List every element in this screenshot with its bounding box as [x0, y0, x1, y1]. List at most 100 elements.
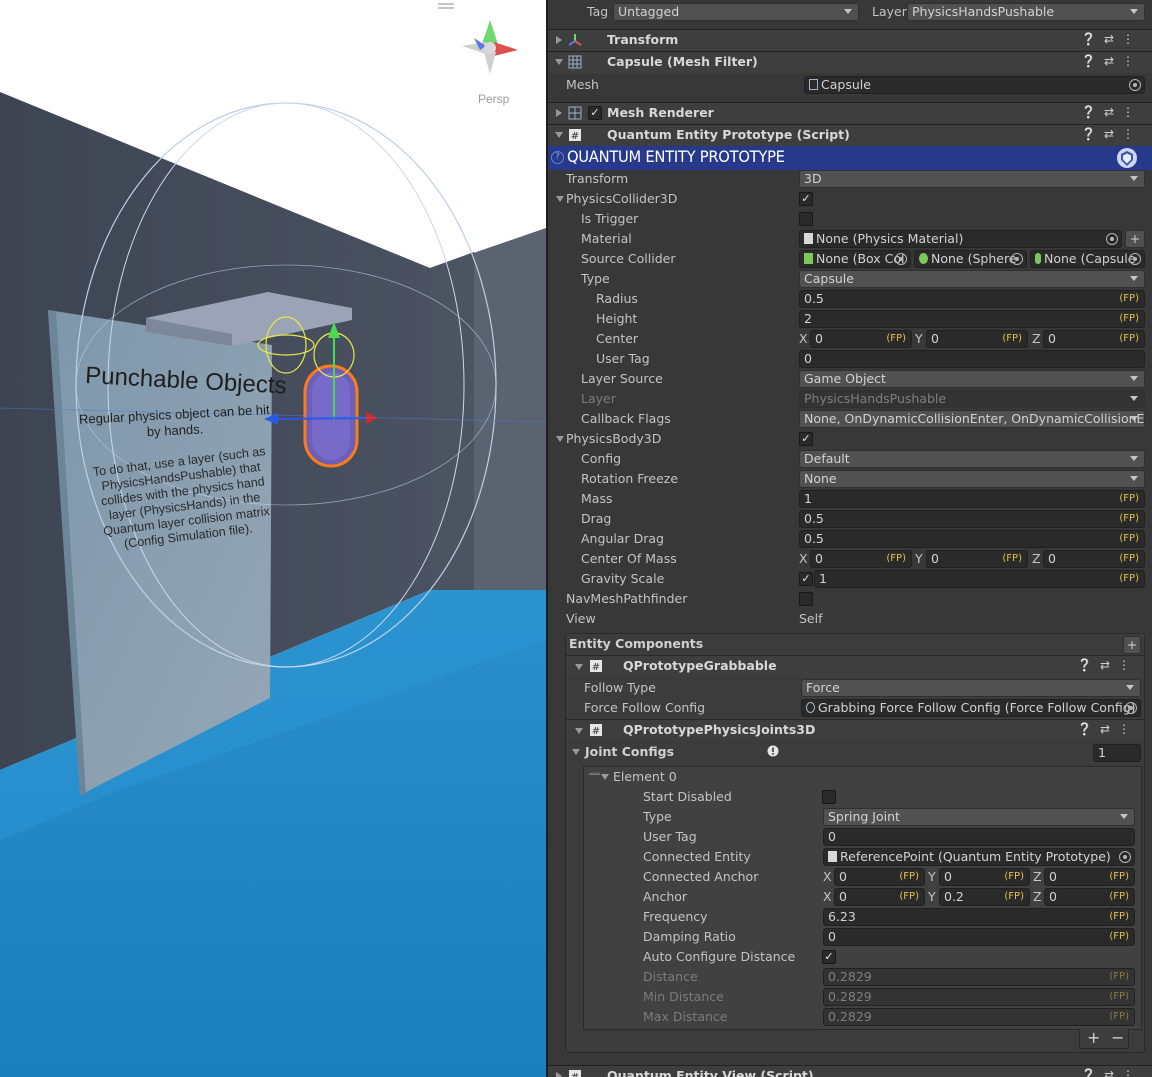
- component-header-icons[interactable]: ❔⇄⋮: [1081, 127, 1142, 141]
- preset-icon[interactable]: ⇄: [1104, 105, 1122, 119]
- more-icon[interactable]: ⋮: [1122, 105, 1142, 119]
- com-z-field[interactable]: 0 (FP): [1043, 550, 1145, 568]
- navmesh-pathfinder-checkbox[interactable]: [799, 592, 813, 606]
- foldout-open-icon[interactable]: [556, 196, 564, 202]
- mesh-renderer-enabled-checkbox[interactable]: ✓: [588, 106, 602, 120]
- config-dropdown[interactable]: Default: [799, 450, 1145, 468]
- com-x-field[interactable]: 0 (FP): [810, 550, 912, 568]
- mesh-filter-component-header[interactable]: Capsule (Mesh Filter) ❔⇄⋮: [548, 51, 1152, 73]
- callback-flags-dropdown[interactable]: None, OnDynamicCollisionEnter, OnDynamic…: [799, 410, 1145, 428]
- radius-field[interactable]: 0.5 (FP): [799, 290, 1145, 308]
- force-follow-config-field[interactable]: Grabbing Force Follow Config (Force Foll…: [801, 699, 1141, 717]
- axis-z-label[interactable]: Z: [1032, 329, 1041, 349]
- preset-icon[interactable]: ⇄: [1104, 1068, 1122, 1077]
- source-sphere-collider-field[interactable]: None (Sphere: [914, 250, 1027, 268]
- foldout-closed-icon[interactable]: [556, 109, 562, 117]
- axis-x-label[interactable]: X: [799, 329, 808, 349]
- is-trigger-checkbox[interactable]: [799, 212, 813, 226]
- drag-handle-icon[interactable]: ══: [589, 771, 600, 780]
- help-icon[interactable]: ❔: [1081, 105, 1104, 119]
- help-icon[interactable]: ❔: [1081, 32, 1104, 46]
- foldout-closed-icon[interactable]: [556, 36, 562, 44]
- material-add-button[interactable]: +: [1125, 230, 1145, 248]
- layer-dropdown[interactable]: PhysicsHandsPushable: [907, 3, 1145, 21]
- preset-icon[interactable]: ⇄: [1104, 32, 1122, 46]
- object-picker-icon[interactable]: [1011, 253, 1023, 265]
- preset-icon[interactable]: ⇄: [1100, 658, 1118, 672]
- source-box-collider-field[interactable]: None (Box Col: [799, 250, 911, 268]
- more-icon[interactable]: ⋮: [1122, 127, 1142, 141]
- axis-x-label[interactable]: X: [823, 887, 832, 907]
- frequency-field[interactable]: 6.23 (FP): [823, 908, 1135, 926]
- transform-mode-dropdown[interactable]: 3D: [799, 170, 1145, 188]
- axis-z-label[interactable]: Z: [1033, 887, 1042, 907]
- more-icon[interactable]: ⋮: [1122, 54, 1142, 68]
- foldout-open-icon[interactable]: [575, 664, 583, 670]
- start-disabled-checkbox[interactable]: [822, 790, 836, 804]
- component-header-icons[interactable]: ❔⇄⋮: [1081, 54, 1142, 68]
- connected-anchor-z-field[interactable]: 0 (FP): [1044, 868, 1135, 886]
- object-picker-icon[interactable]: [1129, 253, 1141, 265]
- foldout-open-icon[interactable]: [555, 59, 563, 65]
- persp-label[interactable]: Persp: [478, 92, 509, 106]
- joint-configs-size-field[interactable]: 1: [1093, 744, 1141, 762]
- axis-y-label[interactable]: Y: [915, 329, 923, 349]
- component-header-icons[interactable]: ❔⇄⋮: [1081, 105, 1142, 119]
- help-icon[interactable]: ❔: [1077, 658, 1100, 672]
- connected-entity-field[interactable]: ReferencePoint (Quantum Entity Prototype…: [823, 848, 1135, 866]
- entity-view-component-header[interactable]: # Quantum Entity View (Script) ❔⇄⋮: [548, 1065, 1152, 1077]
- angular-drag-field[interactable]: 0.5 (FP): [799, 530, 1145, 548]
- object-picker-icon[interactable]: [895, 253, 907, 265]
- center-x-field[interactable]: 0 (FP): [810, 330, 912, 348]
- source-capsule-collider-field[interactable]: None (Capsule: [1030, 250, 1145, 268]
- axis-z-label[interactable]: Z: [1032, 549, 1041, 569]
- preset-icon[interactable]: ⇄: [1100, 722, 1118, 736]
- center-y-field[interactable]: 0 (FP): [926, 330, 1028, 348]
- collider-type-dropdown[interactable]: Capsule: [799, 270, 1145, 288]
- preset-icon[interactable]: ⇄: [1104, 127, 1122, 141]
- scene-view[interactable]: Persp Punchable Objects Regular physics …: [0, 0, 546, 1077]
- foldout-open-icon[interactable]: [555, 132, 563, 138]
- follow-type-dropdown[interactable]: Force: [801, 679, 1141, 697]
- anchor-z-field[interactable]: 0 (FP): [1044, 888, 1135, 906]
- help-icon[interactable]: ❔: [1081, 54, 1104, 68]
- tag-dropdown[interactable]: Untagged: [613, 3, 859, 21]
- drag-field[interactable]: 0.5 (FP): [799, 510, 1145, 528]
- axis-y-label[interactable]: Y: [928, 867, 936, 887]
- user-tag-field[interactable]: 0: [799, 350, 1145, 368]
- mesh-renderer-component-header[interactable]: ✓ Mesh Renderer ❔⇄⋮: [548, 102, 1152, 124]
- physics-collider-checkbox[interactable]: ✓: [799, 192, 813, 206]
- joint-user-tag-field[interactable]: 0: [823, 828, 1135, 846]
- foldout-open-icon[interactable]: [575, 728, 583, 734]
- transform-component-header[interactable]: Transform ❔⇄⋮: [548, 29, 1152, 51]
- help-icon[interactable]: ?: [551, 151, 564, 164]
- connected-anchor-x-field[interactable]: 0 (FP): [834, 868, 925, 886]
- axis-y-label[interactable]: Y: [928, 887, 936, 907]
- foldout-open-icon[interactable]: [572, 749, 580, 755]
- physics-joints-component-header[interactable]: # QPrototypePhysicsJoints3D ❔⇄⋮: [566, 719, 1144, 741]
- help-icon[interactable]: ❔: [1081, 127, 1104, 141]
- damping-ratio-field[interactable]: 0 (FP): [823, 928, 1135, 946]
- object-picker-icon[interactable]: [1129, 79, 1141, 91]
- remove-element-button[interactable]: −: [1111, 1029, 1124, 1047]
- physics-body-checkbox[interactable]: ✓: [799, 432, 813, 446]
- component-header-icons[interactable]: ❔⇄⋮: [1081, 32, 1142, 46]
- layer-source-dropdown[interactable]: Game Object: [799, 370, 1145, 388]
- mesh-object-field[interactable]: Capsule: [804, 76, 1145, 94]
- gravity-scale-checkbox[interactable]: ✓: [799, 572, 813, 586]
- component-header-icons[interactable]: ❔⇄⋮: [1077, 658, 1138, 672]
- joint-type-dropdown[interactable]: Spring Joint: [823, 808, 1135, 826]
- preset-icon[interactable]: ⇄: [1104, 54, 1122, 68]
- com-y-field[interactable]: 0 (FP): [926, 550, 1028, 568]
- gravity-scale-field[interactable]: 1 (FP): [814, 570, 1145, 588]
- anchor-x-field[interactable]: 0 (FP): [834, 888, 925, 906]
- component-header-icons[interactable]: ❔⇄⋮: [1081, 1068, 1142, 1077]
- help-icon[interactable]: ❔: [1081, 1068, 1104, 1077]
- help-icon[interactable]: ❔: [1077, 722, 1100, 736]
- height-field[interactable]: 2 (FP): [799, 310, 1145, 328]
- object-picker-icon[interactable]: [1119, 851, 1131, 863]
- auto-configure-distance-checkbox[interactable]: ✓: [822, 950, 836, 964]
- foldout-open-icon[interactable]: [601, 774, 609, 780]
- object-picker-icon[interactable]: [1106, 233, 1118, 245]
- center-z-field[interactable]: 0 (FP): [1043, 330, 1145, 348]
